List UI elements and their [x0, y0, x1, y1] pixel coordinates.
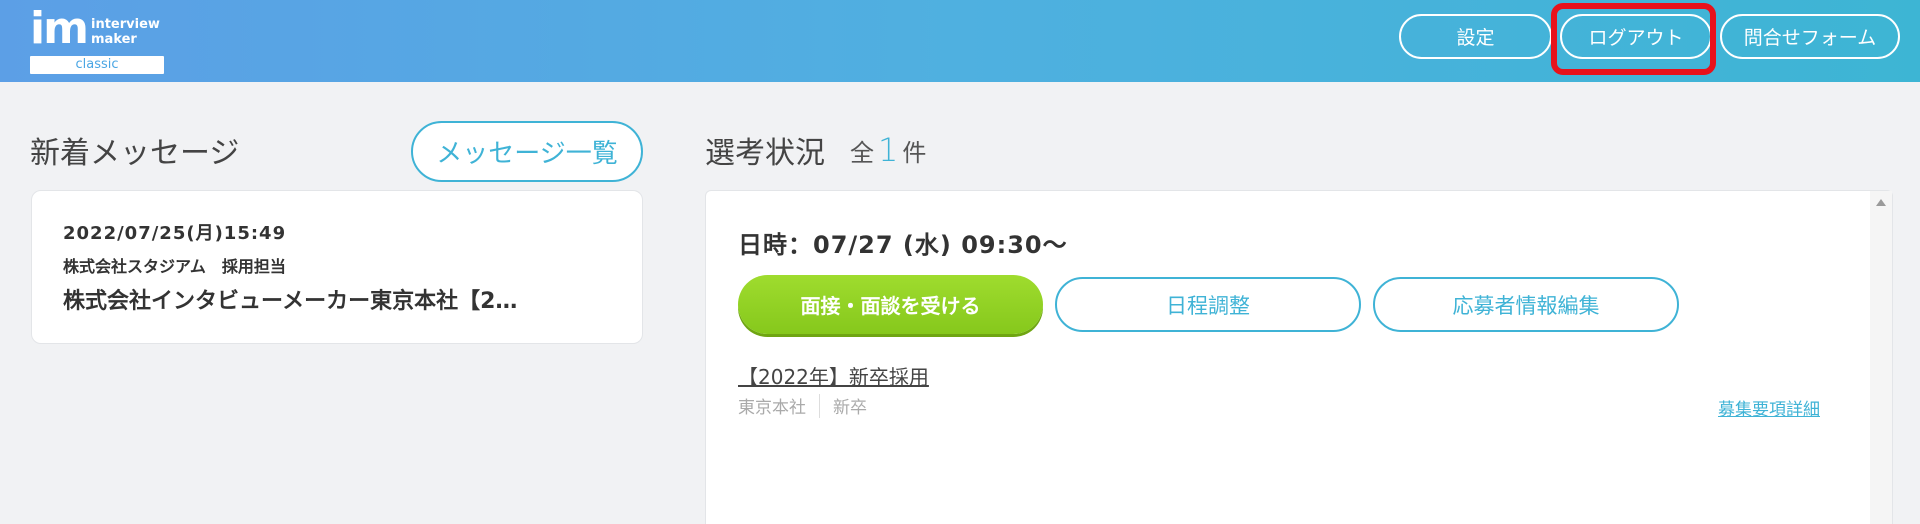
logo-edition-badge: classic	[30, 56, 164, 74]
job-category: 新卒	[833, 398, 867, 418]
edit-applicant-info-button[interactable]: 応募者情報編集	[1373, 277, 1679, 332]
count-suffix: 件	[902, 139, 927, 167]
message-sender: 株式会社スタジアム 採用担当	[63, 257, 286, 276]
job-location: 東京本社	[738, 398, 806, 418]
new-messages-title: 新着メッセージ	[30, 136, 240, 171]
job-details-link[interactable]: 募集要項詳細	[1718, 395, 1820, 420]
count-prefix: 全	[850, 139, 874, 167]
interview-maker-logo[interactable]: im interview maker classic	[30, 4, 166, 74]
logo-wordmark: interview maker	[91, 17, 160, 47]
message-card[interactable]: 2022/07/25(月)15:49 株式会社スタジアム 採用担当 株式会社イン…	[31, 190, 643, 344]
job-meta: 東京本社 新卒	[738, 393, 867, 418]
logo-word-maker: maker	[91, 32, 137, 47]
contact-form-button[interactable]: 問合せフォーム	[1720, 14, 1900, 59]
meta-divider	[819, 393, 820, 418]
settings-button[interactable]: 設定	[1399, 14, 1552, 59]
logout-button[interactable]: ログアウト	[1560, 14, 1712, 59]
schedule-adjust-button[interactable]: 日程調整	[1055, 277, 1361, 332]
count-number: 1	[878, 131, 899, 169]
app-header: im interview maker classic 設定 ログアウト 問合せフ…	[0, 0, 1920, 82]
interview-datetime: 日時：07/27 (水) 09:30〜	[738, 231, 1068, 259]
selection-status-title: 選考状況	[705, 136, 825, 171]
panel-scrollbar[interactable]	[1870, 191, 1892, 524]
logo-word-interview: interview	[91, 17, 160, 32]
selection-status-panel: 日時：07/27 (水) 09:30〜 面接・面談を受ける 日程調整 応募者情報…	[705, 190, 1893, 524]
message-list-button[interactable]: メッセージ一覧	[411, 121, 643, 182]
message-date: 2022/07/25(月)15:49	[63, 223, 287, 244]
message-subject: 株式会社インタビューメーカー東京本社【2…	[63, 289, 518, 314]
selection-count: 全 1 件	[850, 131, 926, 169]
logo-mark: im	[30, 3, 89, 54]
scroll-up-arrow-icon[interactable]	[1876, 199, 1886, 206]
job-title-link[interactable]: 【2022年】新卒採用	[738, 361, 929, 390]
take-interview-button[interactable]: 面接・面談を受ける	[738, 275, 1043, 334]
